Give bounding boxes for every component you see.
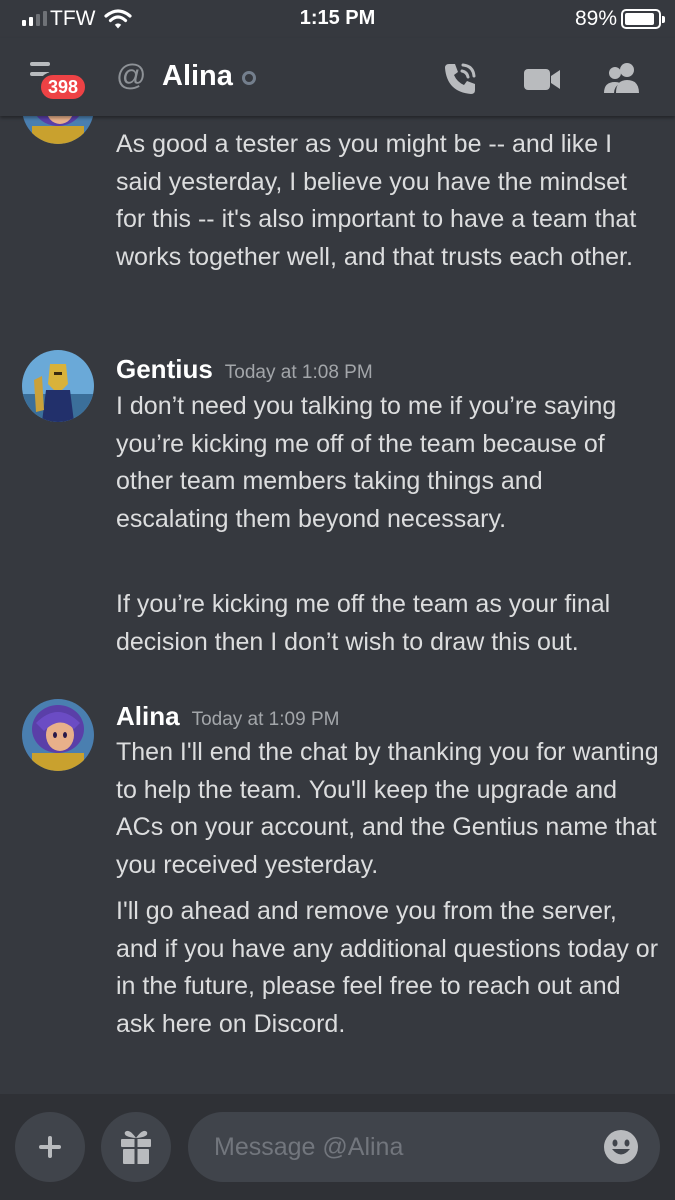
plus-icon — [39, 1136, 61, 1158]
alina-avatar[interactable] — [22, 116, 94, 144]
battery-icon — [621, 9, 665, 29]
gift-button[interactable] — [101, 1112, 171, 1182]
battery-percent: 89% — [574, 7, 617, 30]
plus-button[interactable] — [15, 1112, 85, 1182]
message-text: Then I'll end the chat by thanking you f… — [116, 738, 659, 880]
members-icon[interactable] — [602, 59, 642, 99]
message-composer: Message @Alina — [0, 1094, 675, 1200]
author-name[interactable]: Alina — [116, 701, 180, 731]
message-text: I don’t need you talking to me if you’re… — [116, 392, 617, 534]
gift-icon — [121, 1130, 151, 1164]
video-icon[interactable] — [522, 59, 562, 99]
message-input[interactable]: Message @Alina — [188, 1112, 660, 1182]
gentius-avatar[interactable] — [22, 350, 94, 422]
message-timestamp: Today at 1:08 PM — [224, 362, 373, 383]
channel-header: 398 @ Alina — [0, 38, 675, 116]
message-text: If you’re kicking me off the team as you… — [116, 590, 611, 656]
alina-avatar[interactable] — [22, 699, 94, 771]
message-list[interactable]: As good a tester as you might be -- and … — [0, 116, 675, 1094]
channel-title[interactable]: Alina — [162, 58, 233, 94]
message-text: I'll go ahead and remove you from the se… — [116, 897, 659, 1039]
message-timestamp: Today at 1:09 PM — [191, 709, 340, 730]
message-author[interactable]: Gentius Today at 1:08 PM — [116, 353, 373, 389]
unread-badge: 398 — [38, 72, 89, 102]
status-time: 1:15 PM — [299, 7, 376, 29]
status-bar: TFW 1:15 PM 89% — [0, 0, 675, 38]
message-input-placeholder: Message @Alina — [214, 1133, 404, 1161]
at-icon: @ — [116, 59, 147, 92]
call-icon[interactable] — [440, 59, 480, 99]
message-text: As good a tester as you might be -- and … — [116, 130, 637, 272]
author-name[interactable]: Gentius — [116, 354, 213, 384]
message-author[interactable]: Alina Today at 1:09 PM — [116, 700, 339, 736]
offline-status-icon — [242, 71, 256, 85]
emoji-icon[interactable] — [602, 1128, 640, 1166]
